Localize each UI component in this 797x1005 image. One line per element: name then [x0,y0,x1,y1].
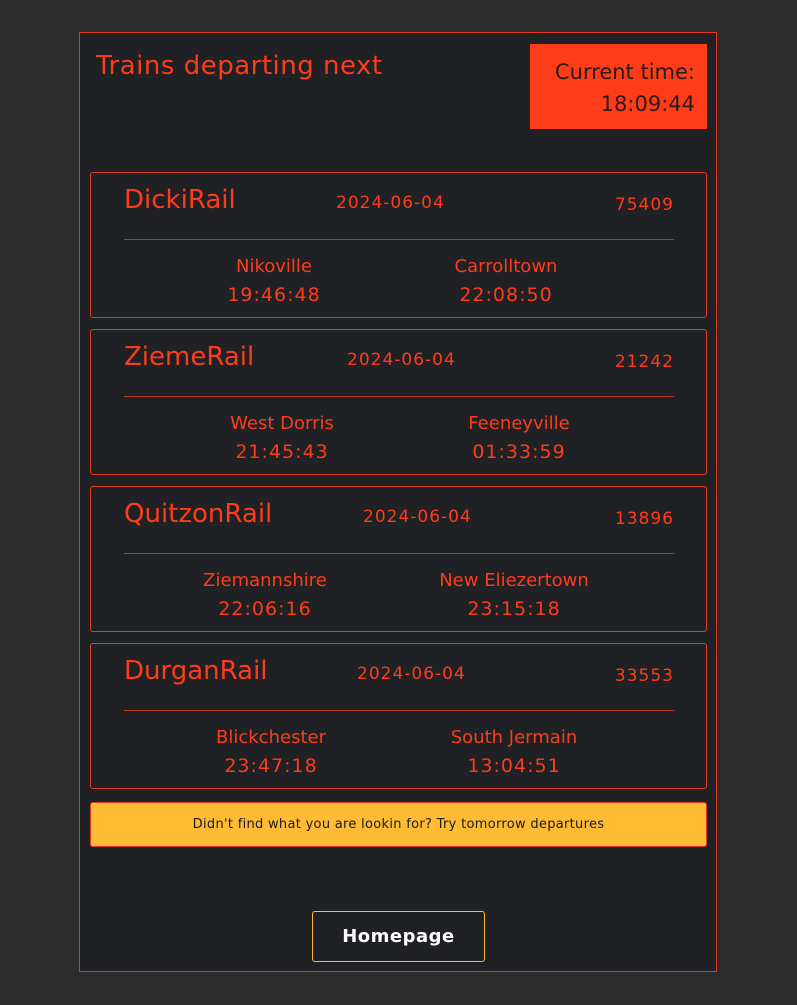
page-title: Trains departing next [96,51,383,81]
destination-station: New Eliezertown [439,570,589,591]
origin-stop: Nikoville 19:46:48 [227,253,320,309]
current-time-value: 18:09:44 [600,92,695,116]
departure-date: 2024-06-04 [357,664,466,684]
destination-station: Carrolltown [454,256,558,277]
divider [124,239,674,240]
origin-stop: Ziemannshire 22:06:16 [203,567,327,623]
destination-stop: Feeneyville 01:33:59 [468,410,569,466]
destination-time: 22:08:50 [459,284,553,306]
origin-station: West Dorris [230,413,334,434]
destination-stop: South Jermain 13:04:51 [451,724,577,780]
divider [124,710,674,711]
current-time-label: Current time: [554,60,695,84]
origin-station: Nikoville [236,256,312,277]
destination-time: 01:33:59 [472,441,566,463]
operator-name: DickiRail [124,185,236,215]
departures-panel: Trains departing next Current time: 18:0… [79,32,717,972]
origin-time: 22:06:16 [218,598,312,620]
train-number: 13896 [614,509,674,529]
departures-list: DickiRail 2024-06-04 75409 Nikoville 19:… [90,172,707,800]
destination-station: South Jermain [450,727,578,748]
destination-stop: New Eliezertown 23:15:18 [439,567,589,623]
origin-time: 21:45:43 [235,441,329,463]
operator-name: ZiemeRail [124,342,255,372]
tomorrow-departures-button[interactable]: Didn't find what you are lookin for? Try… [90,802,707,847]
origin-station: Blickchester [216,727,326,748]
current-time-box: Current time: 18:09:44 [530,44,707,129]
homepage-button[interactable]: Homepage [312,911,485,962]
destination-time: 13:04:51 [467,755,561,777]
origin-time: 23:47:18 [224,755,318,777]
train-number: 21242 [614,352,674,372]
departure-card: DickiRail 2024-06-04 75409 Nikoville 19:… [90,172,707,318]
operator-name: QuitzonRail [124,499,273,529]
train-number: 33553 [614,666,674,686]
origin-stop: Blickchester 23:47:18 [216,724,326,780]
destination-time: 23:15:18 [467,598,561,620]
origin-station: Ziemannshire [203,570,327,591]
departure-date: 2024-06-04 [363,507,472,527]
departure-card: DurganRail 2024-06-04 33553 Blickchester… [90,643,707,789]
origin-stop: West Dorris 21:45:43 [230,410,334,466]
destination-station: Feeneyville [468,413,570,434]
departure-date: 2024-06-04 [336,193,445,213]
divider [124,553,674,554]
departure-card: QuitzonRail 2024-06-04 13896 Ziemannshir… [90,486,707,632]
divider [124,396,674,397]
origin-time: 19:46:48 [227,284,321,306]
departure-date: 2024-06-04 [347,350,456,370]
destination-stop: Carrolltown 22:08:50 [455,253,558,309]
departure-card: ZiemeRail 2024-06-04 21242 West Dorris 2… [90,329,707,475]
train-number: 75409 [614,195,674,215]
operator-name: DurganRail [124,656,268,686]
